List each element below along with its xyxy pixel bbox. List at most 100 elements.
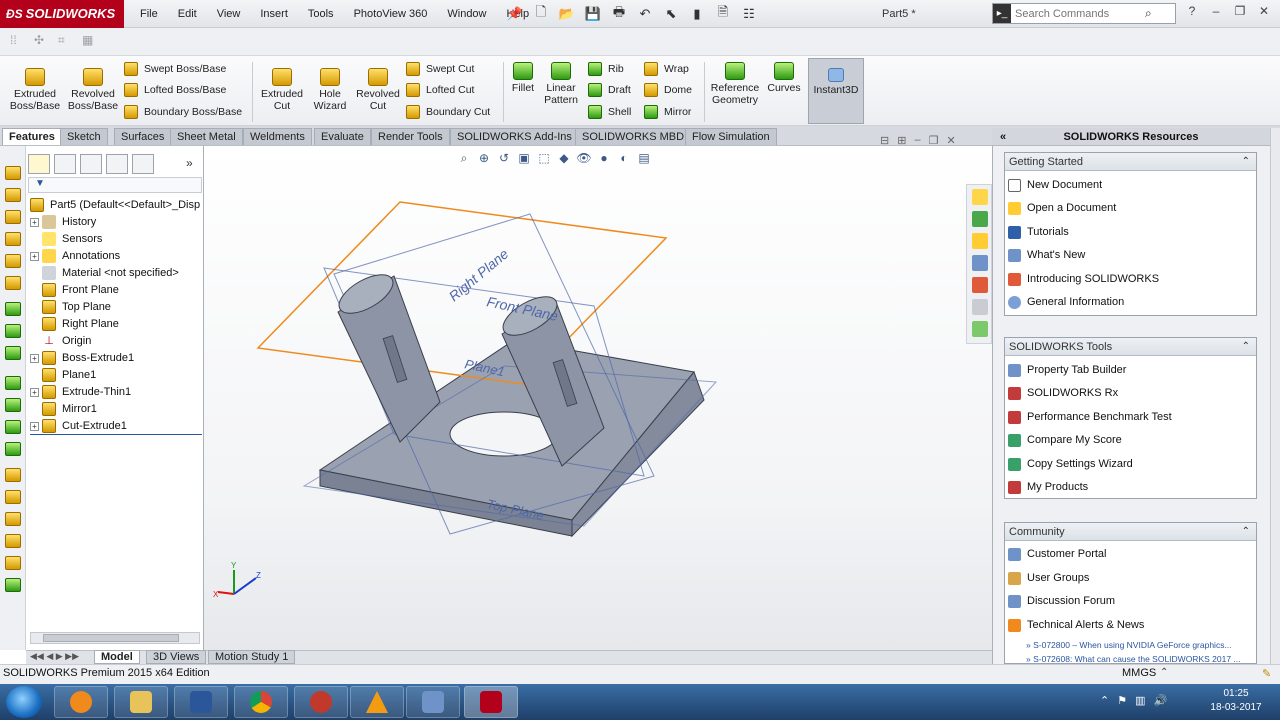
forum-icon[interactable] [972,321,988,337]
indent-icon[interactable] [5,556,21,570]
tree-item-plane1[interactable]: Plane1 [30,367,96,383]
custom-properties-icon[interactable] [972,299,988,315]
tree-item-origin[interactable]: ⊥ Origin [30,333,91,349]
expand-icon[interactable]: + [30,353,39,363]
swept-cut-button[interactable]: Swept Cut [406,60,474,78]
smart-dimension-icon[interactable]: ⌗ [58,33,76,51]
fillet-button[interactable]: Fillet [508,62,538,94]
mirror-button[interactable]: Mirror [644,103,691,121]
section-view-icon[interactable]: ▣ [516,151,532,167]
expand-tabs-icon[interactable]: » [186,156,193,170]
taskbar-chrome[interactable] [234,686,288,718]
select-pointer-icon[interactable]: ⬉ [660,4,682,24]
shell-icon[interactable] [5,376,21,390]
tree-item-sensors[interactable]: Sensors [30,231,102,247]
hide-show-items-icon[interactable]: 👁 [576,151,592,167]
revolved-cut-button[interactable]: Revolved Cut [354,68,402,112]
view-orientation-icon[interactable]: ⬚ [536,151,552,167]
link-whats-new[interactable]: What's New [1008,246,1085,264]
tab-sketch[interactable]: Sketch [60,128,108,145]
cut-icon[interactable] [5,276,21,290]
flex-icon[interactable] [5,512,21,526]
tab-features[interactable]: Features [2,128,62,145]
swept-boss-button[interactable]: Swept Boss/Base [124,60,226,78]
dimxpert-tab-icon[interactable] [106,154,128,174]
taskbar-control-panel[interactable] [406,686,460,718]
tab-surfaces[interactable]: Surfaces [114,128,172,145]
volume-icon[interactable]: 🔊 [1154,694,1168,707]
expand-icon[interactable]: + [30,421,39,431]
tab-sheet-metal[interactable]: Sheet Metal [170,128,243,145]
split-vertical-icon[interactable]: ⊞ [897,134,906,147]
appearances-icon[interactable] [972,277,988,293]
propertymanager-tab-icon[interactable] [54,154,76,174]
link-user-groups[interactable]: User Groups [1008,569,1089,587]
snap-icon[interactable]: ✣ [34,33,52,51]
lofted-boss-button[interactable]: Lofted Boss/Base [124,81,226,99]
taskbar-solidworks[interactable] [464,686,518,718]
menu-view[interactable]: View [207,0,251,28]
tab-solidworks-mbd[interactable]: SOLIDWORKS MBD [575,128,692,145]
scroll-thumb[interactable] [43,634,179,642]
news-item[interactable]: » S-072800 – When using NVIDIA GeForce g… [1026,640,1232,650]
link-property-tab-builder[interactable]: Property Tab Builder [1008,361,1126,379]
flag-icon[interactable]: ⚑ [1117,694,1127,707]
sketch-grid-icon[interactable]: ⁞⁞ [10,33,28,51]
home-icon[interactable] [972,189,988,205]
menu-file[interactable]: File [130,0,168,28]
link-new-document[interactable]: New Document [1008,176,1102,194]
loft-icon[interactable] [5,232,21,246]
rebuild-icon[interactable]: ✎ [1262,667,1271,680]
link-customer-portal[interactable]: Customer Portal [1008,545,1106,563]
split-horizontal-icon[interactable]: ⊟ [880,134,889,147]
menu-photoview[interactable]: PhotoView 360 [344,0,438,28]
new-document-icon[interactable]: 🗋 [530,4,552,24]
apply-scene-icon[interactable]: ◐ [616,151,632,167]
start-button[interactable] [6,686,42,718]
open-folder-icon[interactable]: 📂 [556,4,578,24]
pattern-icon[interactable] [5,346,21,360]
expand-icon[interactable]: + [30,251,39,261]
tree-horizontal-scrollbar[interactable] [30,632,200,644]
tab-flow-simulation[interactable]: Flow Simulation [685,128,777,145]
tab-weldments[interactable]: Weldments [243,128,312,145]
taskbar-vlc[interactable] [350,686,404,718]
featuremanager-tab-icon[interactable] [28,154,50,174]
chamfer-icon[interactable] [5,324,21,338]
tree-item-cut-extrude1[interactable]: + Cut-Extrude1 [30,418,127,434]
dome-icon[interactable] [5,490,21,504]
edit-appearance-icon[interactable]: ● [596,151,612,167]
search-icon[interactable]: ⌕ [1145,6,1152,21]
traffic-light-icon[interactable]: ▮ [686,4,708,24]
link-compare-my-score[interactable]: Compare My Score [1008,431,1122,449]
draft-button[interactable]: Draft [588,81,631,99]
rib-button[interactable]: Rib [588,60,624,78]
tab-render-tools[interactable]: Render Tools [371,128,450,145]
network-icon[interactable]: ▥ [1135,694,1145,707]
link-open-document[interactable]: Open a Document [1008,199,1116,217]
collapse-panel-icon[interactable]: « [1000,128,1006,146]
display-manager-tab-icon[interactable] [132,154,154,174]
solidworks-logo[interactable]: ƉS SOLIDWORKS [0,0,124,28]
reference-geometry-button[interactable]: Reference Geometry [708,62,762,106]
revolved-boss-button[interactable]: Revolved Boss/Base [66,68,120,112]
mirror-icon[interactable] [5,442,21,456]
save-icon[interactable]: 💾 [582,4,604,24]
tree-item-boss-extrude1[interactable]: + Boss-Extrude1 [30,350,134,366]
search-commands-input[interactable] [1011,7,1145,20]
extrude-icon[interactable] [5,166,21,180]
wrap-button[interactable]: Wrap [644,60,689,78]
file-explorer-icon[interactable] [972,233,988,249]
collapse-section-icon[interactable]: ⌃ [1242,338,1250,356]
linear-pattern-button[interactable]: Linear Pattern [540,62,582,106]
tray-expand-icon[interactable]: ⌃ [1100,694,1109,707]
boundary-cut-button[interactable]: Boundary Cut [406,103,490,121]
menu-tools[interactable]: Tools [298,0,344,28]
expand-icon[interactable]: + [30,387,39,397]
menu-window[interactable]: Window [437,0,496,28]
tree-item-history[interactable]: + History [30,214,96,230]
tree-root-part[interactable]: Part5 (Default<<Default>_Disp [30,197,200,213]
print-icon[interactable]: 🖶 [608,4,630,24]
tree-item-right-plane[interactable]: Right Plane [30,316,119,332]
boundary-icon[interactable] [5,254,21,268]
